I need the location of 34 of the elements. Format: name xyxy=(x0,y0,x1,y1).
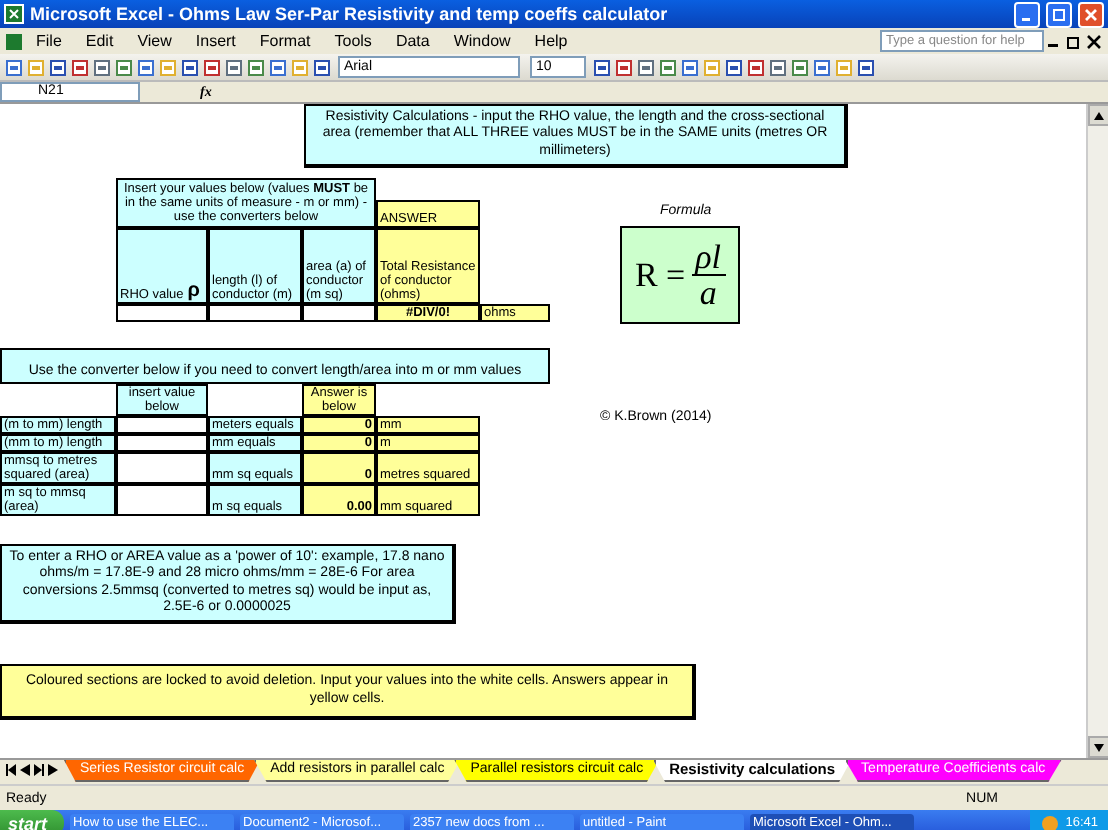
menu-item[interactable]: Edit xyxy=(73,32,126,50)
menu-item[interactable]: Insert xyxy=(183,32,248,50)
input-cell[interactable] xyxy=(208,304,302,322)
scroll-down-icon[interactable] xyxy=(1094,743,1104,751)
menu-item[interactable]: Window xyxy=(441,32,523,50)
window-title: Microsoft Excel - Ohms Law Ser-Par Resistivity and temp coeffs calculator xyxy=(30,4,670,24)
spreadsheet-icon xyxy=(4,4,24,24)
previous-sheet-icon[interactable] xyxy=(20,764,30,776)
close-icon[interactable] xyxy=(1084,31,1104,51)
menu-item[interactable]: File xyxy=(24,32,74,50)
input-cell[interactable] xyxy=(116,484,208,516)
input-cell[interactable] xyxy=(302,304,376,322)
first-sheet-icon[interactable] xyxy=(6,764,16,776)
maximize-icon xyxy=(1052,7,1066,21)
input-cell[interactable] xyxy=(116,304,208,322)
maximize-button[interactable] xyxy=(1046,1,1072,27)
menu-item[interactable]: Help xyxy=(522,32,580,50)
close-button[interactable] xyxy=(1078,1,1104,27)
restore-icon[interactable] xyxy=(1064,31,1084,51)
menu-item[interactable]: Format xyxy=(247,32,323,50)
close-icon xyxy=(1084,7,1098,21)
minimize-button[interactable] xyxy=(1014,1,1040,27)
menu-item[interactable]: Data xyxy=(383,32,442,50)
next-sheet-icon[interactable] xyxy=(34,764,44,776)
input-cell[interactable] xyxy=(116,452,208,484)
rho-symbol: ρ xyxy=(187,280,200,302)
input-cell[interactable] xyxy=(116,434,208,452)
scroll-up-icon[interactable] xyxy=(1094,111,1104,119)
spreadsheet-icon[interactable] xyxy=(4,31,24,51)
menu-item[interactable]: Tools xyxy=(322,32,384,50)
menu-item[interactable]: View xyxy=(125,32,184,50)
input-cell[interactable] xyxy=(116,416,208,434)
vertical-scrollbar[interactable] xyxy=(1086,104,1108,758)
last-sheet-icon[interactable] xyxy=(48,764,58,776)
